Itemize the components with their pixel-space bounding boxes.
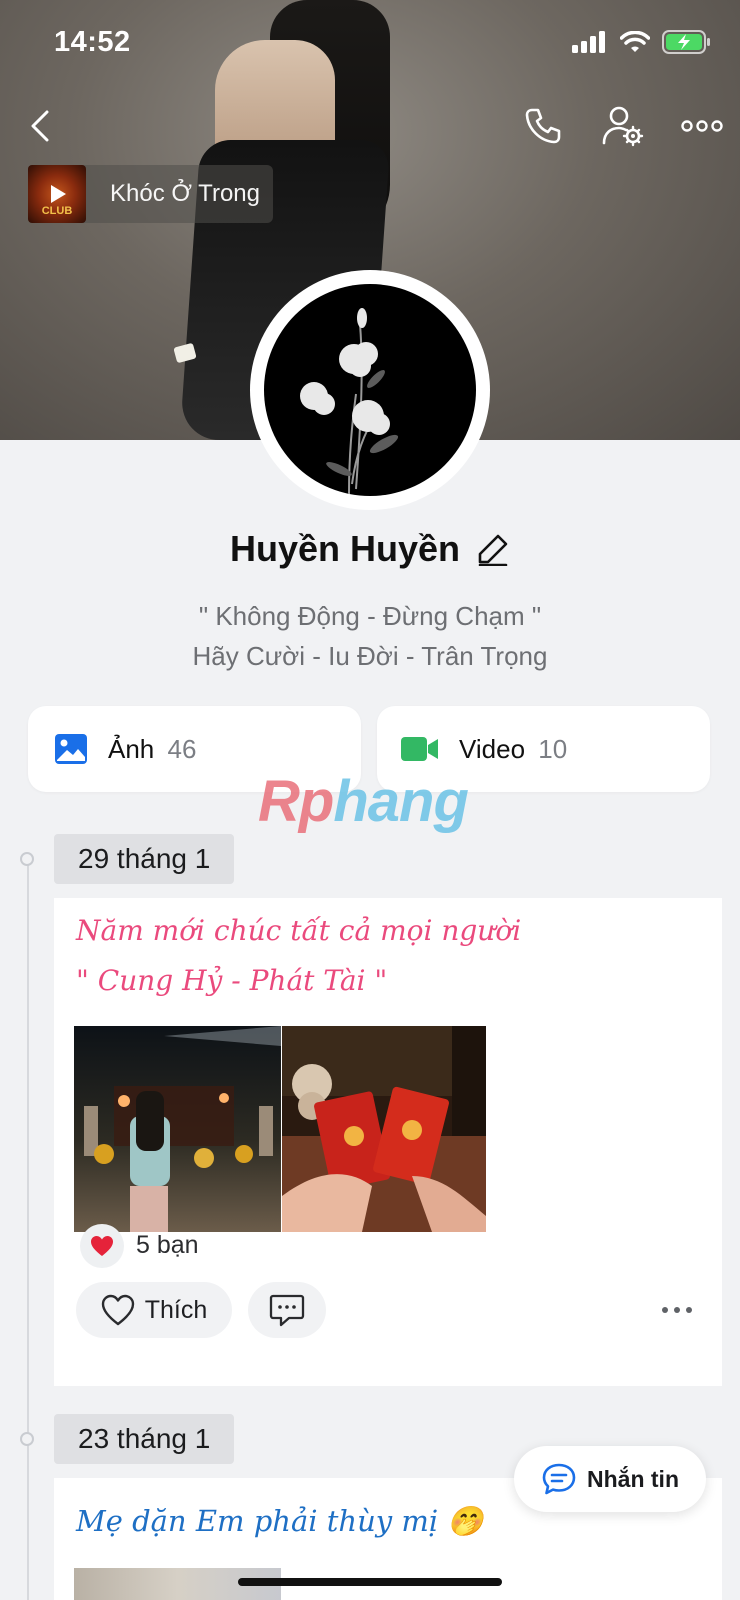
videos-count: 10 [538,733,568,764]
dot [662,1307,668,1313]
avatar[interactable] [250,270,490,510]
status-bar: 14:52 [0,0,740,88]
post-caption: Năm mới chúc tất cả mọi người " Cung Hỷ … [76,906,521,1006]
caption-line-1: Năm mới chúc tất cả mọi người [76,914,522,947]
bio-line-1: " Không Động - Đừng Chạm " [198,601,542,631]
flower-illustration [300,308,399,495]
caption-line-2: " Cung Hỷ - Phát Tài " [76,964,388,997]
more-options-button[interactable] [678,108,726,144]
avatar-image [264,284,476,496]
timeline-line [27,856,29,1600]
signal-icon [572,31,605,53]
post-date-chip: 23 tháng 1 [54,1414,235,1464]
home-indicator [238,1578,502,1586]
heart-icon [91,1236,113,1256]
reaction-summary[interactable] [80,1224,124,1268]
post-date-chip: 29 tháng 1 [54,834,235,884]
post-photo-1[interactable] [74,1026,281,1232]
timeline-dot [20,1432,34,1446]
comment-button[interactable] [248,1282,326,1338]
status-icons [572,30,712,54]
chat-bubble-icon [542,1463,576,1495]
timeline-dot [20,852,34,866]
comment-icon [269,1294,305,1327]
message-button[interactable]: Nhắn tin [514,1446,706,1512]
status-time: 14:52 [54,26,131,58]
music-title: Khóc Ở Trong [110,180,260,207]
post-photo-2-image [282,1026,486,1232]
photos-count: 46 [167,733,197,764]
profile-settings-button[interactable] [598,102,648,150]
call-button[interactable] [518,104,568,148]
watermark-logo: Rphang [258,769,469,834]
video-camera-icon [401,737,438,761]
back-button[interactable] [20,104,60,148]
dot [674,1307,680,1313]
videos-label: Video 10 [459,733,568,764]
phone-icon [525,108,561,144]
post-photo-1-image [74,1026,281,1232]
post-card[interactable]: Năm mới chúc tất cả mọi người " Cung Hỷ … [54,898,722,1386]
user-settings-icon [602,106,644,147]
photos-label: Ảnh 46 [108,733,197,764]
photo-icon [55,734,87,764]
message-label: Nhắn tin [587,1465,679,1492]
battery-charging-icon [662,30,710,54]
profile-name: Huyền Huyền [229,528,461,569]
play-icon [51,185,66,203]
reaction-count: 5 bạn [136,1231,199,1259]
profile-music-chip[interactable]: CLUB Khóc Ở Trong [28,165,273,223]
post-photo-2[interactable] [282,1026,486,1232]
edit-name-icon[interactable] [476,532,510,566]
music-art-text: CLUB [41,205,73,217]
profile-name-row: Huyền Huyền [0,528,740,570]
wifi-icon [620,31,650,52]
like-label: Thích [144,1295,208,1324]
more-horizontal-icon [681,120,723,132]
chevron-left-icon [31,110,49,142]
dot [686,1307,692,1313]
post-more-button[interactable] [662,1302,698,1318]
heart-outline-icon [101,1294,134,1326]
profile-bio: " Không Động - Đừng Chạm " Hãy Cười - Iu… [0,596,740,676]
like-button[interactable]: Thích [76,1282,232,1338]
music-album-art: CLUB [28,165,86,223]
bio-line-2: Hãy Cười - Iu Đời - Trân Trọng [192,641,548,671]
post-caption: Mẹ dặn Em phải thùy mị 🤭 [76,1504,484,1538]
